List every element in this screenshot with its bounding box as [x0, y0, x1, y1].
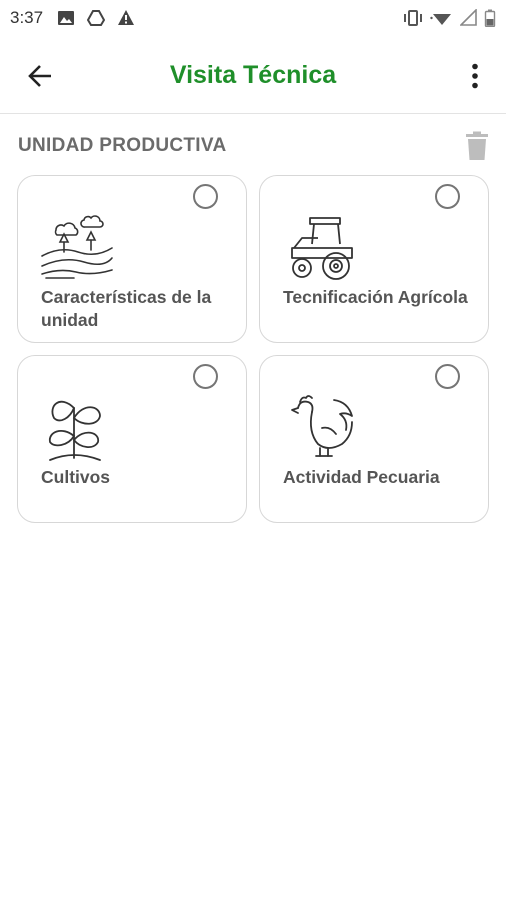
app-bar: Visita Técnica — [0, 36, 506, 114]
vibrate-icon — [404, 10, 422, 26]
status-time: 3:37 — [10, 8, 44, 27]
sprout-icon — [49, 400, 101, 461]
tractor-icon — [291, 217, 353, 280]
signal-icon — [460, 9, 477, 26]
card-label: Actividad Pecuaria — [283, 467, 440, 487]
section-header: UNIDAD PRODUCTIVA — [18, 128, 492, 164]
back-button[interactable] — [20, 56, 60, 96]
card-radio[interactable] — [435, 184, 460, 209]
card-caracteristicas[interactable]: Características de la unidad — [17, 175, 247, 343]
trash-icon — [466, 131, 488, 160]
battery-icon — [484, 9, 496, 27]
arrow-left-icon — [28, 65, 51, 87]
card-radio[interactable] — [435, 364, 460, 389]
image-icon — [58, 11, 75, 25]
card-radio[interactable] — [193, 364, 218, 389]
card-tecnificacion[interactable]: Tecnificación Agrícola — [259, 175, 489, 343]
status-right-icons — [402, 9, 496, 27]
rooster-icon — [291, 395, 353, 457]
card-label: Características de la unidad — [41, 287, 212, 330]
page-title: Visita Técnica — [169, 60, 337, 89]
card-label: Tecnificación Agrícola — [283, 287, 468, 307]
status-bar: 3:37 — [0, 0, 506, 36]
card-cultivos[interactable]: Cultivos — [17, 355, 247, 523]
wifi-icon — [430, 14, 451, 25]
status-left-icons — [57, 9, 135, 27]
overflow-menu-button[interactable] — [458, 56, 492, 96]
warning-icon — [118, 10, 135, 25]
delete-button[interactable] — [462, 129, 492, 163]
more-vert-icon — [472, 63, 478, 89]
landscape-icon — [41, 215, 113, 279]
card-radio[interactable] — [193, 184, 218, 209]
drive-icon — [87, 10, 106, 26]
section-title: UNIDAD PRODUCTIVA — [18, 135, 227, 156]
card-pecuaria[interactable]: Actividad Pecuaria — [259, 355, 489, 523]
card-label: Cultivos — [41, 467, 111, 487]
